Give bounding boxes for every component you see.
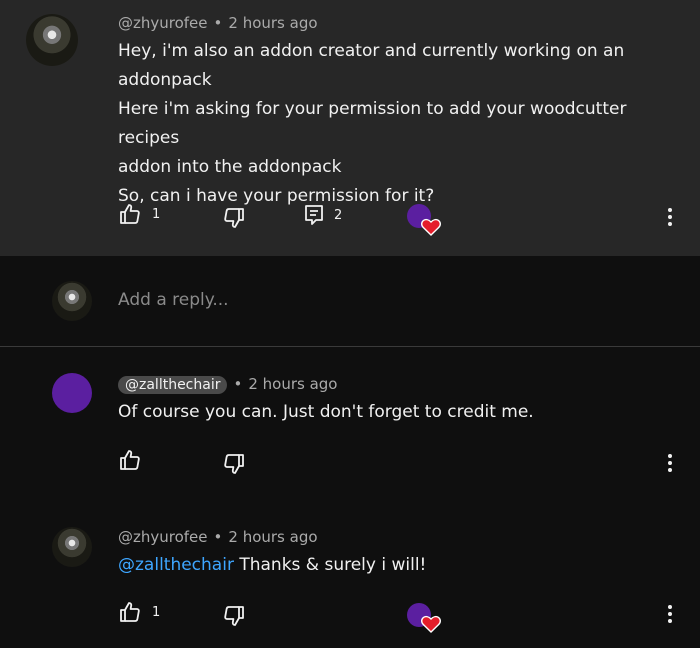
more-options-icon[interactable] [667, 604, 673, 624]
creator-heart-badge [407, 204, 441, 236]
comment-line: addon into the addonpack [118, 157, 342, 177]
avatar[interactable] [26, 14, 78, 66]
comment-author[interactable]: @zhyurofee [118, 14, 208, 32]
heart-icon [421, 615, 441, 633]
comment-text: Thanks & surely i will! [233, 555, 427, 575]
avatar [52, 281, 92, 321]
more-options-icon[interactable] [667, 453, 673, 473]
reply-bar [0, 256, 700, 346]
comment-line: Hey, i'm also an addon creator and curre… [118, 41, 625, 61]
comment-author[interactable]: @zhyurofee [118, 528, 208, 546]
comment-time: 2 hours ago [228, 14, 318, 32]
like-button[interactable]: 1 [118, 600, 160, 624]
replies-button[interactable]: 2 [304, 204, 342, 226]
meta-separator: • [213, 14, 223, 32]
comment-body: @zallthechair Thanks & surely i will! [118, 551, 426, 580]
comment-meta: @zallthechair • 2 hours ago [118, 375, 338, 394]
thumbs-down-icon [224, 606, 244, 626]
thumbs-up-icon [120, 602, 140, 622]
comment-time: 2 hours ago [248, 375, 338, 393]
heart-icon [421, 218, 441, 236]
creator-author-badge[interactable]: @zallthechair [118, 376, 228, 394]
avatar[interactable] [52, 527, 92, 567]
thumbs-up-icon [120, 204, 140, 224]
creator-heart-badge [407, 603, 441, 633]
like-count: 1 [152, 604, 161, 620]
thumbs-down-icon [224, 208, 244, 228]
like-count: 1 [152, 206, 161, 222]
comment-line: So, can i have your permission for it? [118, 186, 435, 206]
mention-link[interactable]: @zallthechair [118, 555, 234, 575]
reply-input[interactable]: Add a reply... [118, 290, 229, 310]
like-button[interactable] [118, 448, 142, 472]
comment-line: Here i'm asking for your permission to a… [118, 99, 627, 148]
dislike-button[interactable] [222, 604, 246, 628]
comment-body: Of course you can. Just don't forget to … [118, 402, 534, 422]
comment-thread-top: @zhyurofee • 2 hours ago Hey, i'm also an … [0, 0, 700, 256]
divider [0, 346, 700, 347]
comment-icon [305, 205, 323, 225]
like-button[interactable]: 1 [118, 202, 160, 226]
meta-separator: • [213, 528, 223, 546]
thumbs-down-icon [224, 454, 244, 474]
thumbs-up-icon [120, 450, 140, 470]
comment-time: 2 hours ago [228, 528, 318, 546]
reply-count: 2 [334, 207, 343, 223]
comment-line: addonpack [118, 70, 212, 90]
dislike-button[interactable] [222, 452, 246, 476]
comment-meta: @zhyurofee • 2 hours ago [118, 14, 318, 32]
dislike-button[interactable] [222, 206, 246, 230]
more-options-icon[interactable] [667, 207, 673, 227]
comment-meta: @zhyurofee • 2 hours ago [118, 528, 318, 546]
meta-separator: • [233, 375, 243, 393]
avatar[interactable] [52, 373, 92, 413]
comment-body: Hey, i'm also an addon creator and curre… [118, 37, 688, 211]
